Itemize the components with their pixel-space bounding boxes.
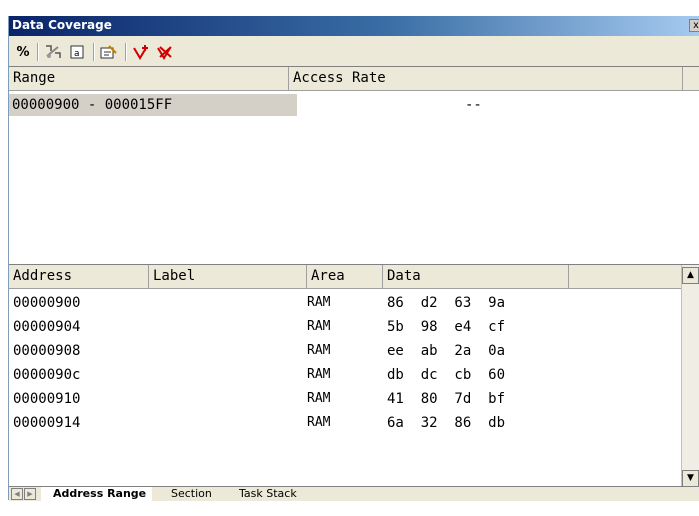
scroll-up-icon[interactable]: ▲: [682, 267, 699, 284]
area-cell: RAM: [307, 343, 331, 358]
range-value: 00000900 - 000015FF: [12, 97, 173, 113]
label-header[interactable]: Label: [149, 265, 307, 289]
tab-section[interactable]: Section: [159, 487, 218, 501]
table-row[interactable]: 00000910 RAM 41 80 7d bf: [9, 387, 683, 411]
address-cell: 00000904: [13, 319, 81, 335]
tab-address-range[interactable]: Address Range: [41, 487, 153, 501]
table-row[interactable]: 00000900 RAM 86 d2 63 9a: [9, 291, 683, 315]
data-cell: db dc cb 60: [387, 367, 506, 383]
area-header[interactable]: Area: [307, 265, 383, 289]
area-cell: RAM: [307, 295, 331, 310]
header-spacer: [569, 265, 683, 289]
address-cell: 0000090c: [13, 367, 81, 383]
delete-icon[interactable]: [155, 42, 175, 62]
edit-icon[interactable]: [99, 42, 119, 62]
tab-scroll-left-icon[interactable]: ◀: [11, 488, 23, 500]
title-bar[interactable]: Data Coverage x: [9, 16, 699, 36]
data-cell: 5b 98 e4 cf: [387, 319, 506, 335]
table-row[interactable]: 0000090c RAM db dc cb 60: [9, 363, 683, 387]
vertical-scrollbar[interactable]: ▲ ▼: [681, 265, 699, 487]
access-rate-header[interactable]: Access Rate: [289, 67, 683, 91]
scroll-down-icon[interactable]: ▼: [682, 470, 699, 487]
area-cell: RAM: [307, 319, 331, 334]
address-cell: 00000914: [13, 415, 81, 431]
address-header[interactable]: Address: [9, 265, 149, 289]
table-row[interactable]: 00000904 RAM 5b 98 e4 cf: [9, 315, 683, 339]
window-title: Data Coverage: [12, 18, 112, 32]
data-cell: 41 80 7d bf: [387, 391, 506, 407]
range-panel: Range Access Rate 00000900 - 000015FF --: [9, 66, 699, 265]
close-button[interactable]: x: [689, 19, 699, 32]
toolbar-separator: [93, 43, 95, 61]
table-row[interactable]: 00000914 RAM 6a 32 86 db: [9, 411, 683, 435]
area-cell: RAM: [307, 391, 331, 406]
area-cell: RAM: [307, 415, 331, 430]
data-cell: ee ab 2a 0a: [387, 343, 506, 359]
tab-bar: ◀ ▶ Address Range Section Task Stack: [9, 486, 699, 501]
data-cell: 6a 32 86 db: [387, 415, 506, 431]
percent-icon[interactable]: %: [13, 42, 33, 62]
table-row[interactable]: 00000908 RAM ee ab 2a 0a: [9, 339, 683, 363]
area-cell: RAM: [307, 367, 331, 382]
range-row-selected[interactable]: 00000900 - 000015FF: [9, 94, 297, 116]
data-header[interactable]: Data: [383, 265, 569, 289]
toolbar: % a: [9, 36, 699, 66]
data-panel: Address Label Area Data 00000900 RAM 86 …: [9, 264, 699, 487]
address-cell: 00000900: [13, 295, 81, 311]
toolbar-separator: [125, 43, 127, 61]
data-coverage-window: Data Coverage x % a Range Access Rate 00…: [8, 16, 699, 501]
svg-text:a: a: [74, 49, 79, 59]
address-cell: 00000908: [13, 343, 81, 359]
header-spacer: [683, 67, 699, 91]
range-icon[interactable]: [43, 42, 63, 62]
range-header[interactable]: Range: [9, 67, 289, 91]
add-icon[interactable]: [131, 42, 151, 62]
tab-scroll-right-icon[interactable]: ▶: [24, 488, 36, 500]
toolbar-separator: [37, 43, 39, 61]
address-cell: 00000910: [13, 391, 81, 407]
tab-task-stack[interactable]: Task Stack: [227, 487, 303, 501]
label-icon[interactable]: a: [67, 42, 87, 62]
data-cell: 86 d2 63 9a: [387, 295, 506, 311]
access-rate-value: --: [465, 97, 482, 113]
